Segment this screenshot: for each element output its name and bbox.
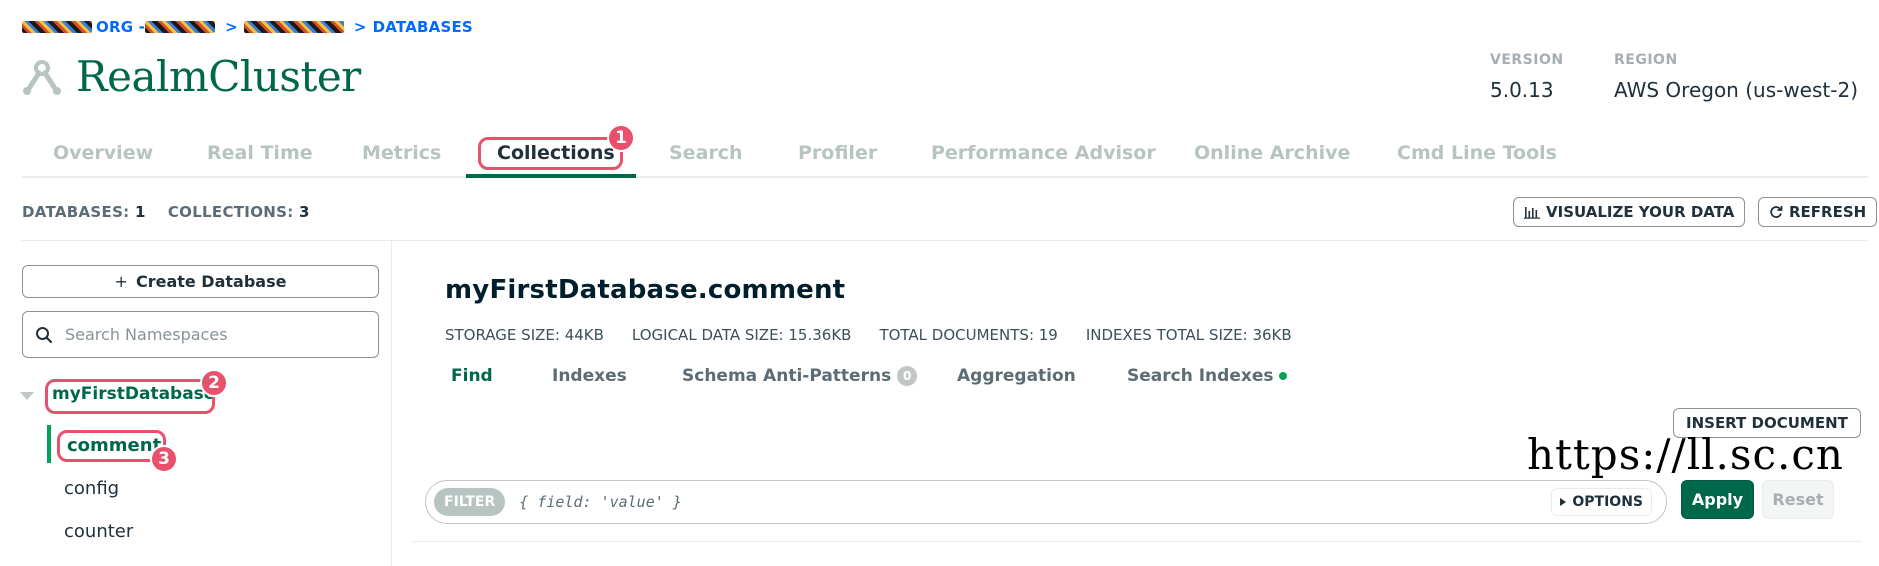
breadcrumb: ORG - > > DATABASES (22, 18, 473, 36)
reset-button[interactable]: Reset (1762, 480, 1834, 519)
watermark-text: https://ll.sc.cn (1527, 430, 1844, 479)
annotation-badge: 1 (607, 124, 635, 152)
version-info: VERSION 5.0.13 (1490, 52, 1564, 102)
version-label: VERSION (1490, 52, 1564, 68)
namespace-title: myFirstDatabase.comment (445, 275, 846, 305)
version-value: 5.0.13 (1490, 78, 1554, 102)
highlight-box (478, 137, 623, 170)
project-avatar-image[interactable] (145, 21, 216, 33)
divider (22, 240, 1868, 241)
tab-performance-advisor[interactable]: Performance Advisor (931, 142, 1156, 164)
apply-button[interactable]: Apply (1681, 480, 1754, 519)
region-info: REGION AWS Oregon (us-west-2) (1614, 52, 1858, 102)
indexes-total-size: INDEXES TOTAL SIZE: 36KB (1085, 326, 1292, 344)
org-avatar-image (22, 21, 92, 33)
tab-cmd-line-tools[interactable]: Cmd Line Tools (1397, 142, 1557, 164)
cluster-stats: DATABASES: 1 COLLECTIONS: 3 (22, 203, 310, 221)
create-database-button[interactable]: + Create Database (22, 265, 379, 298)
page-title: RealmCluster (76, 52, 361, 101)
status-dot-icon (1279, 372, 1288, 380)
databases-count: 1 (135, 203, 146, 221)
cluster-icon (23, 60, 61, 95)
filter-badge: FILTER (434, 488, 506, 516)
subtab-indexes[interactable]: Indexes (552, 366, 627, 386)
caret-down-icon[interactable] (20, 392, 34, 400)
sidebar-collection-item[interactable]: counter (64, 521, 133, 542)
refresh-label: REFRESH (1789, 203, 1867, 221)
filter-input[interactable] (519, 493, 1520, 511)
search-indexes-label: Search Indexes (1127, 366, 1274, 386)
schema-count-badge: 0 (897, 366, 918, 386)
breadcrumb-separator: > (353, 18, 367, 36)
annotation-badge: 2 (200, 369, 228, 397)
subtab-schema-anti-patterns[interactable]: Schema Anti-Patterns 0 (682, 366, 918, 386)
namespace-stats: STORAGE SIZE: 44KB LOGICAL DATA SIZE: 15… (445, 326, 1292, 344)
search-namespaces-field[interactable] (22, 311, 379, 358)
breadcrumb-databases-link[interactable]: DATABASES (373, 18, 473, 36)
active-tab-indicator (466, 174, 636, 178)
region-value: AWS Oregon (us-west-2) (1614, 78, 1858, 102)
sidebar-divider (391, 241, 392, 566)
refresh-button[interactable]: REFRESH (1758, 197, 1878, 227)
region-label: REGION (1614, 52, 1678, 68)
visualize-data-label: VISUALIZE YOUR DATA (1546, 203, 1735, 221)
divider (412, 541, 1862, 542)
breadcrumb-org-link[interactable]: ORG - (96, 18, 145, 36)
annotation-badge: 3 (150, 445, 178, 473)
highlight-box (45, 379, 215, 414)
visualize-data-button[interactable]: VISUALIZE YOUR DATA (1513, 197, 1746, 227)
cluster-avatar-image[interactable] (243, 21, 344, 33)
active-collection-indicator (47, 425, 51, 463)
subtab-aggregation[interactable]: Aggregation (957, 366, 1076, 386)
bar-chart-icon (1524, 207, 1540, 219)
search-icon (36, 326, 53, 343)
filter-bar[interactable]: FILTER OPTIONS (425, 480, 1667, 524)
databases-count-label: DATABASES: (22, 203, 130, 221)
options-label: OPTIONS (1572, 494, 1643, 510)
logical-data-size: LOGICAL DATA SIZE: 15.36KB (631, 326, 852, 344)
storage-size: STORAGE SIZE: 44KB (445, 326, 604, 344)
refresh-icon (1770, 206, 1783, 218)
total-documents: TOTAL DOCUMENTS: 19 (879, 326, 1058, 344)
caret-right-icon (1560, 498, 1567, 506)
subtab-find[interactable]: Find (451, 366, 493, 386)
collections-count: 3 (299, 203, 310, 221)
tab-profiler[interactable]: Profiler (798, 142, 877, 164)
schema-anti-patterns-label: Schema Anti-Patterns (682, 366, 892, 386)
cluster-tabs: Overview Real Time Metrics Collections S… (22, 132, 1868, 178)
breadcrumb-separator: > (225, 18, 238, 36)
tab-online-archive[interactable]: Online Archive (1194, 142, 1350, 164)
tab-metrics[interactable]: Metrics (362, 142, 441, 164)
collections-count-label: COLLECTIONS: (167, 203, 294, 221)
options-button[interactable]: OPTIONS (1551, 488, 1652, 516)
sidebar-collection-item[interactable]: config (64, 478, 119, 499)
tab-search[interactable]: Search (669, 142, 743, 164)
create-database-label: Create Database (135, 272, 287, 291)
search-namespaces-input[interactable] (65, 325, 355, 344)
tab-overview[interactable]: Overview (53, 142, 153, 164)
subtab-search-indexes[interactable]: Search Indexes (1127, 366, 1288, 386)
plus-icon: + (114, 272, 128, 291)
tab-real-time[interactable]: Real Time (207, 142, 313, 164)
